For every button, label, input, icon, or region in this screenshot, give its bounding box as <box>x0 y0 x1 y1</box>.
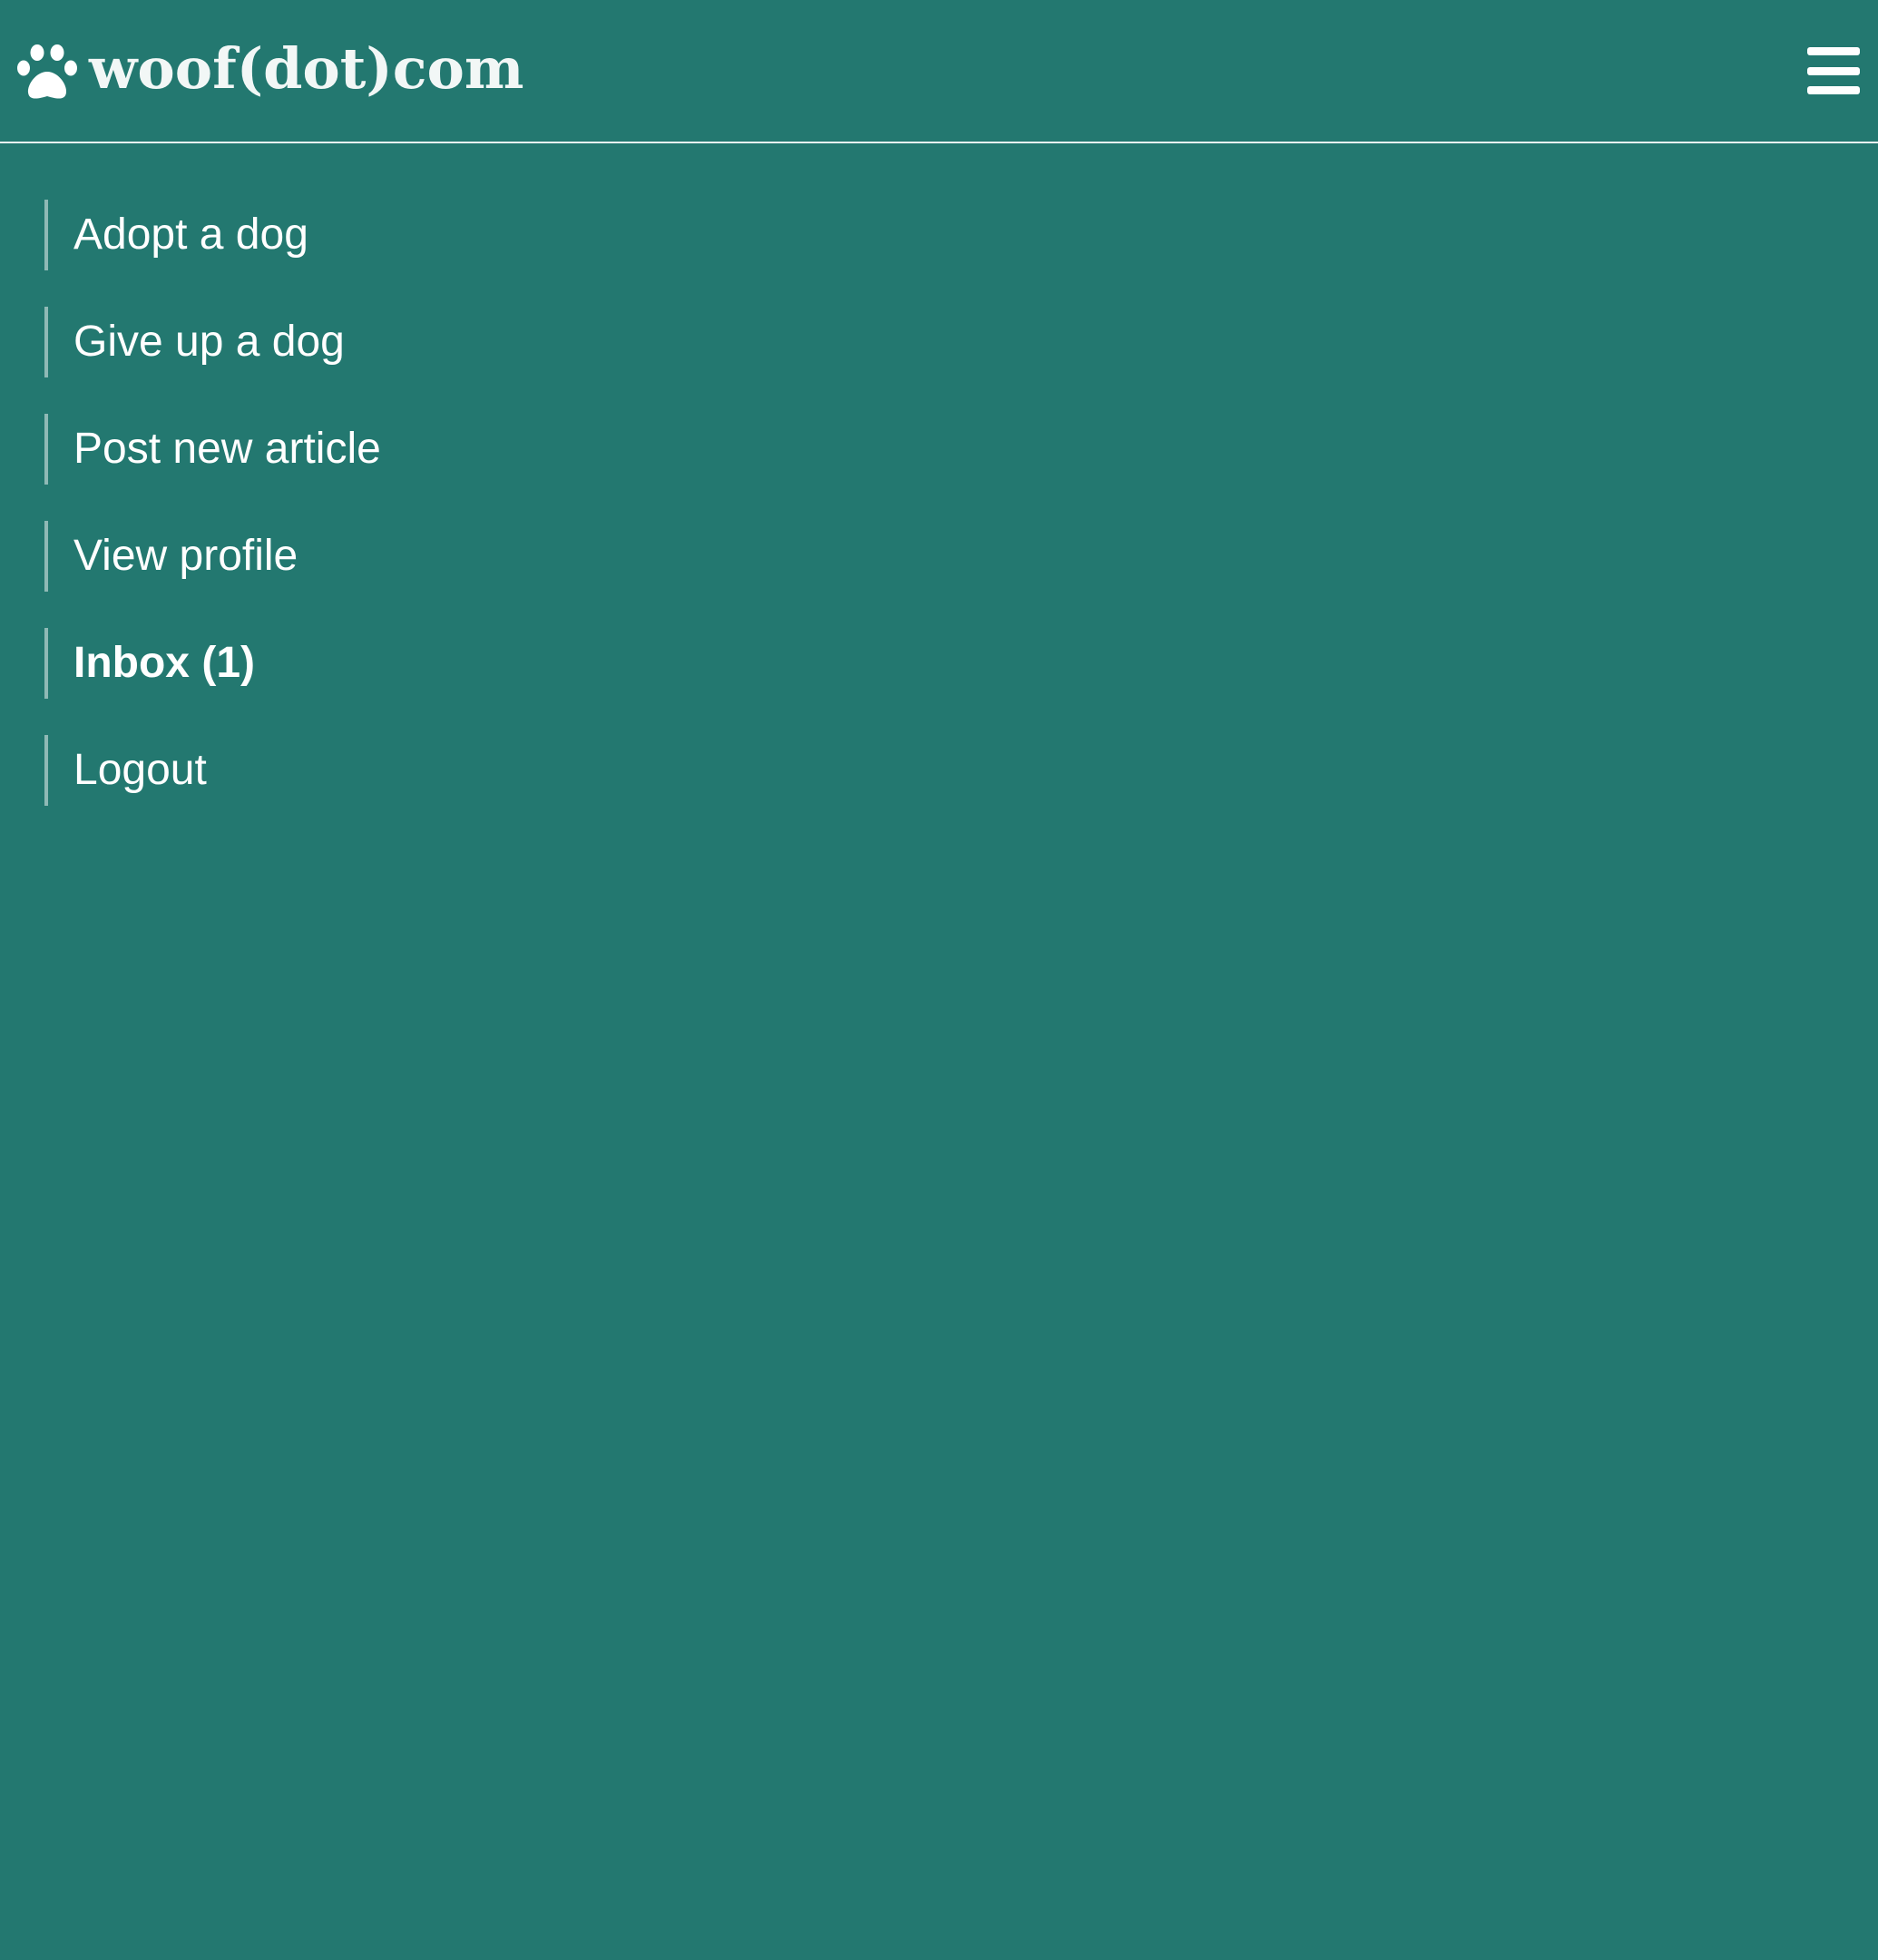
nav-item-inbox: Inbox (1) <box>44 628 381 699</box>
nav-divider <box>44 521 48 592</box>
hamburger-menu-icon[interactable] <box>1807 47 1860 94</box>
site-name: woof(dot)com <box>89 35 524 102</box>
nav-link-adopt-a-dog[interactable]: Adopt a dog <box>73 200 308 270</box>
nav-item-adopt-a-dog: Adopt a dog <box>44 200 381 270</box>
menu-bar <box>1807 86 1860 94</box>
nav-link-logout[interactable]: Logout <box>73 735 207 806</box>
menu-bar <box>1807 66 1860 75</box>
nav-divider <box>44 307 48 377</box>
site-logo-link[interactable]: woof(dot)com <box>16 36 523 109</box>
paw-icon <box>17 44 77 99</box>
nav-link-post-new-article[interactable]: Post new article <box>73 414 381 485</box>
nav-divider <box>44 414 48 485</box>
nav-divider <box>44 628 48 699</box>
nav-item-view-profile: View profile <box>44 521 381 592</box>
menu-bar <box>1807 47 1860 55</box>
nav-link-view-profile[interactable]: View profile <box>73 521 298 592</box>
site-header: woof(dot)com <box>0 0 1878 143</box>
main-navigation: Adopt a dog Give up a dog Post new artic… <box>44 200 381 842</box>
nav-link-inbox[interactable]: Inbox (1) <box>73 628 255 699</box>
nav-item-post-new-article: Post new article <box>44 414 381 485</box>
nav-item-logout: Logout <box>44 735 381 806</box>
nav-divider <box>44 735 48 806</box>
nav-item-give-up-a-dog: Give up a dog <box>44 307 381 377</box>
nav-divider <box>44 200 48 270</box>
nav-link-give-up-a-dog[interactable]: Give up a dog <box>73 307 345 377</box>
